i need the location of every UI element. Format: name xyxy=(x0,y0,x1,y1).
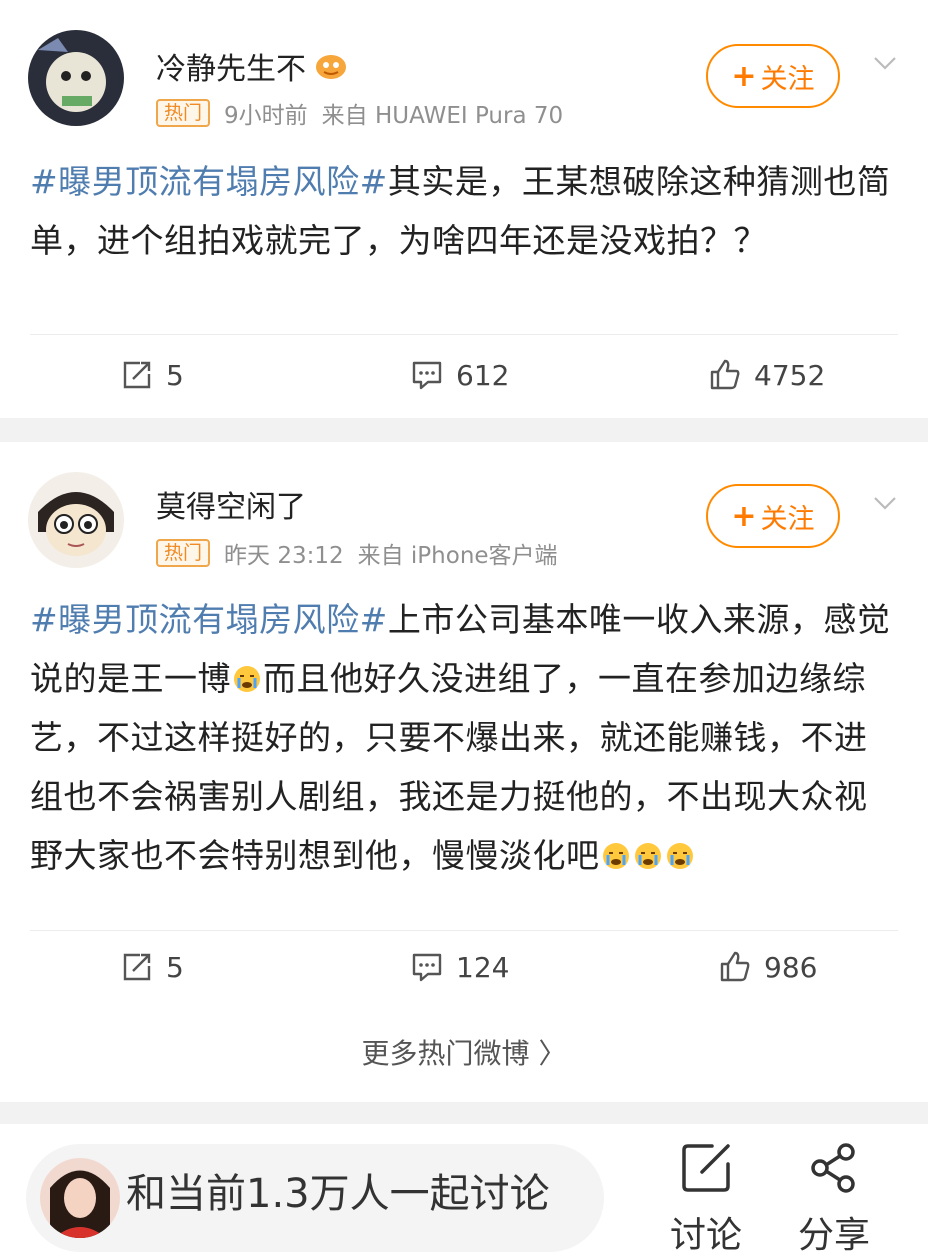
avatar[interactable] xyxy=(28,30,124,126)
comment-button[interactable]: 124 xyxy=(410,950,509,984)
share-tool-button[interactable]: 分享 xyxy=(784,1138,884,1252)
post-time: 昨天 23:12 xyxy=(224,543,344,569)
repost-button[interactable]: 5 xyxy=(120,358,184,392)
comment-icon xyxy=(412,361,442,390)
post-source: 来自 iPhone客户端 xyxy=(357,543,558,569)
crying-emoji-icon xyxy=(634,843,661,869)
post-meta: 热门 昨天 23:12 来自 iPhone客户端 xyxy=(156,536,558,570)
comment-tool-button[interactable]: 讨论 xyxy=(656,1138,756,1252)
repost-icon xyxy=(123,361,151,389)
crying-emoji-icon xyxy=(602,843,629,869)
follow-button[interactable]: + 关注 xyxy=(706,44,840,108)
divider xyxy=(30,930,898,931)
topic-link[interactable]: #曝男顶流有塌房风险# xyxy=(30,600,388,639)
weibo-post-2: 莫得空闲了 热门 昨天 23:12 来自 iPhone客户端 + 关注 #曝男顶… xyxy=(0,442,928,1102)
post-time: 9小时前 xyxy=(224,103,308,129)
post-content: #曝男顶流有塌房风险#其实是，王某想破除这种猜测也简单，进个组拍戏就完了，为啥四… xyxy=(30,152,898,270)
discuss-input[interactable]: 和当前1.3万人一起讨论 xyxy=(26,1144,604,1252)
plus-icon: + xyxy=(731,58,757,94)
crying-emoji-icon xyxy=(234,666,260,692)
hot-badge: 热门 xyxy=(156,539,211,567)
repost-icon xyxy=(123,953,151,981)
like-button[interactable]: 986 xyxy=(718,950,817,984)
more-hot-link[interactable]: 更多热门微博 〉 xyxy=(0,1032,928,1072)
chevron-down-icon[interactable] xyxy=(872,50,898,76)
post-meta: 热门 9小时前 来自 HUAWEI Pura 70 xyxy=(156,96,563,130)
post-source: 来自 HUAWEI Pura 70 xyxy=(321,103,564,129)
bottom-bar: 和当前1.3万人一起讨论 讨论 分享 xyxy=(0,1124,928,1252)
post-content: #曝男顶流有塌房风险#上市公司基本唯一收入来源，感觉说的是王一博 而且他好久没进组… xyxy=(30,590,898,885)
weibo-post-1: 冷静先生不 热门 9小时前 来自 HUAWEI Pura 70 + 关注 #曝男… xyxy=(0,0,928,418)
username[interactable]: 冷静先生不 xyxy=(156,44,348,88)
like-button[interactable]: 4752 xyxy=(708,358,825,392)
follow-button[interactable]: + 关注 xyxy=(706,484,840,548)
edit-icon xyxy=(682,1144,730,1192)
username[interactable]: 莫得空闲了 xyxy=(156,482,306,526)
comment-icon xyxy=(412,953,442,982)
crying-emoji-icon xyxy=(666,843,693,869)
divider xyxy=(30,334,898,335)
share-icon xyxy=(811,1143,855,1193)
vip-badge-icon xyxy=(316,55,346,79)
like-icon xyxy=(710,359,740,390)
like-icon xyxy=(720,951,750,982)
repost-button[interactable]: 5 xyxy=(120,950,184,984)
comment-button[interactable]: 612 xyxy=(410,358,509,392)
avatar[interactable] xyxy=(28,472,124,568)
topic-link[interactable]: #曝男顶流有塌房风险# xyxy=(30,162,388,201)
hot-badge: 热门 xyxy=(156,99,211,127)
plus-icon: + xyxy=(731,498,757,534)
chevron-down-icon[interactable] xyxy=(872,490,898,516)
discuss-placeholder: 和当前1.3万人一起讨论 xyxy=(126,1171,550,1217)
user-avatar xyxy=(40,1158,120,1238)
